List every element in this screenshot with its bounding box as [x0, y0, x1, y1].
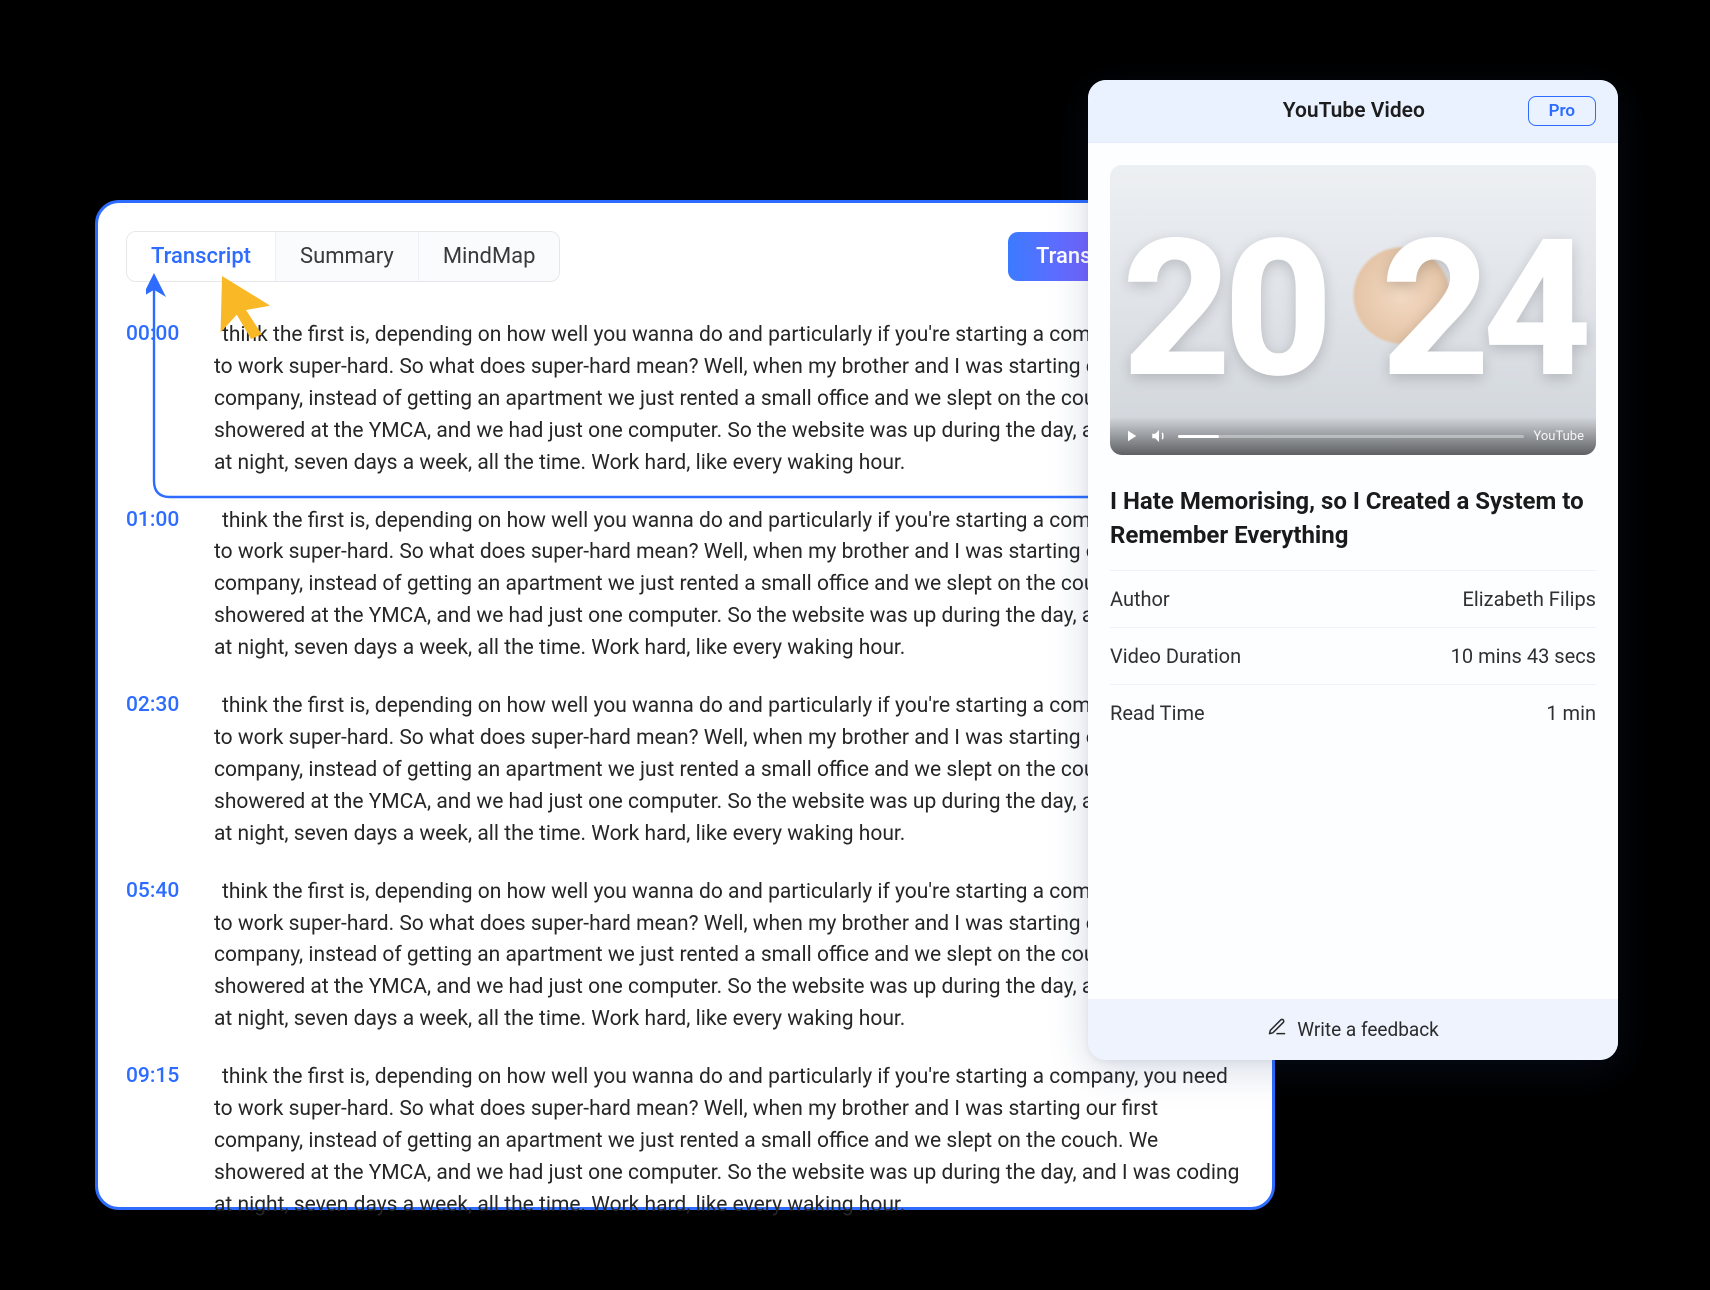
meta-label: Video Duration	[1110, 644, 1241, 668]
meta-row-author: Author Elizabeth Filips	[1110, 570, 1596, 627]
feedback-label: Write a feedback	[1297, 1018, 1439, 1041]
feedback-button[interactable]: Write a feedback	[1088, 999, 1618, 1060]
volume-icon[interactable]	[1150, 427, 1168, 445]
transcript-list: 00:00 think the first is, depending on h…	[126, 320, 1244, 1222]
card-header: YouTube Video Pro	[1088, 80, 1618, 143]
tab-summary[interactable]: Summary	[276, 232, 419, 281]
meta-label: Read Time	[1110, 701, 1205, 725]
tab-row: Transcript Summary MindMap Translate	[126, 231, 1244, 282]
youtube-watermark: YouTube	[1534, 429, 1585, 444]
thumb-year-overlay: 20 24	[1110, 165, 1596, 455]
edit-icon	[1267, 1017, 1287, 1042]
meta-value: 1 min	[1546, 701, 1596, 725]
progress-bar[interactable]	[1178, 435, 1524, 438]
video-info-card: YouTube Video Pro 20 24 YouTube I Hate M…	[1088, 80, 1618, 1060]
tab-transcript[interactable]: Transcript	[127, 232, 276, 281]
meta-list: Author Elizabeth Filips Video Duration 1…	[1088, 570, 1618, 741]
tab-mindmap[interactable]: MindMap	[419, 232, 560, 281]
meta-value: Elizabeth Filips	[1463, 587, 1596, 611]
meta-row-duration: Video Duration 10 mins 43 secs	[1110, 627, 1596, 684]
tab-group: Transcript Summary MindMap	[126, 231, 560, 282]
video-thumbnail[interactable]: 20 24 YouTube	[1110, 165, 1596, 455]
transcript-row: 05:40 think the first is, depending on h…	[126, 877, 1244, 1037]
meta-label: Author	[1110, 587, 1170, 611]
meta-value: 10 mins 43 secs	[1451, 644, 1596, 668]
pro-badge[interactable]: Pro	[1528, 96, 1596, 126]
play-icon[interactable]	[1122, 427, 1140, 445]
transcript-row: 02:30 think the first is, depending on h…	[126, 691, 1244, 851]
timestamp[interactable]: 00:00	[126, 320, 188, 480]
video-title: I Hate Memorising, so I Created a System…	[1088, 477, 1618, 570]
transcript-row: 01:00 think the first is, depending on h…	[126, 506, 1244, 666]
timestamp[interactable]: 05:40	[126, 877, 188, 1037]
transcript-text: think the first is, depending on how wel…	[214, 1062, 1244, 1222]
transcript-row: 00:00 think the first is, depending on h…	[126, 320, 1244, 480]
timestamp[interactable]: 01:00	[126, 506, 188, 666]
video-controls: YouTube	[1110, 417, 1596, 455]
timestamp[interactable]: 02:30	[126, 691, 188, 851]
timestamp[interactable]: 09:15	[126, 1062, 188, 1222]
meta-row-readtime: Read Time 1 min	[1110, 684, 1596, 741]
transcript-row: 09:15 think the first is, depending on h…	[126, 1062, 1244, 1222]
card-title: YouTube Video	[1180, 99, 1528, 123]
